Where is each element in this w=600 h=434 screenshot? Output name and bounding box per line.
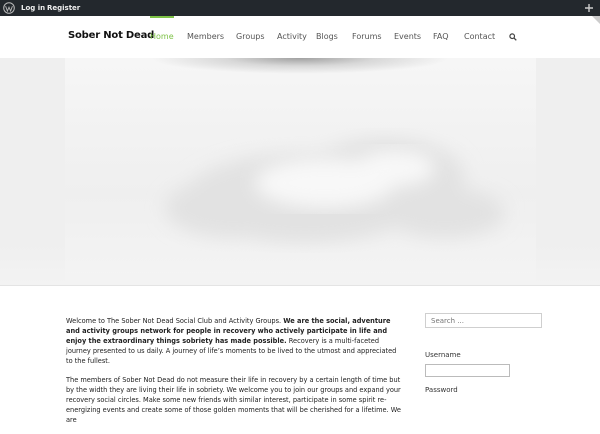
admin-bar: Log in Register: [0, 0, 600, 16]
nav-blogs[interactable]: Blogs: [316, 32, 338, 41]
nav-activity[interactable]: Activity: [277, 32, 307, 41]
login-link[interactable]: Log in: [21, 0, 45, 16]
nav-members[interactable]: Members: [187, 32, 224, 41]
corner-decoration: [592, 16, 600, 24]
section-divider: [0, 285, 600, 286]
header-shadow: [150, 58, 450, 74]
nav-contact[interactable]: Contact: [464, 32, 495, 41]
intro-paragraph: Welcome to The Sober Not Dead Social Clu…: [66, 316, 401, 366]
site-logo[interactable]: Sober Not Dead: [68, 30, 154, 41]
search-icon[interactable]: [509, 33, 517, 41]
add-icon[interactable]: [583, 2, 595, 14]
username-label: Username: [425, 351, 461, 359]
hero-fade: [0, 245, 600, 285]
nav-faq[interactable]: FAQ: [433, 32, 449, 41]
site-header: Sober Not Dead Home Members Groups Activ…: [0, 16, 600, 58]
intro-text: Welcome to The Sober Not Dead Social Clu…: [66, 317, 284, 325]
members-paragraph: The members of Sober Not Dead do not mea…: [66, 376, 401, 424]
wordpress-icon[interactable]: [3, 2, 15, 14]
username-field[interactable]: [425, 364, 510, 377]
nav-home[interactable]: Home: [150, 16, 174, 41]
register-link[interactable]: Register: [47, 0, 80, 16]
nav-groups[interactable]: Groups: [236, 32, 265, 41]
hero-banner: [0, 58, 600, 285]
main-content: Welcome to The Sober Not Dead Social Clu…: [66, 316, 401, 434]
nav-forums[interactable]: Forums: [352, 32, 382, 41]
search-input[interactable]: [425, 313, 542, 328]
password-label: Password: [425, 386, 458, 394]
nav-events[interactable]: Events: [394, 32, 421, 41]
